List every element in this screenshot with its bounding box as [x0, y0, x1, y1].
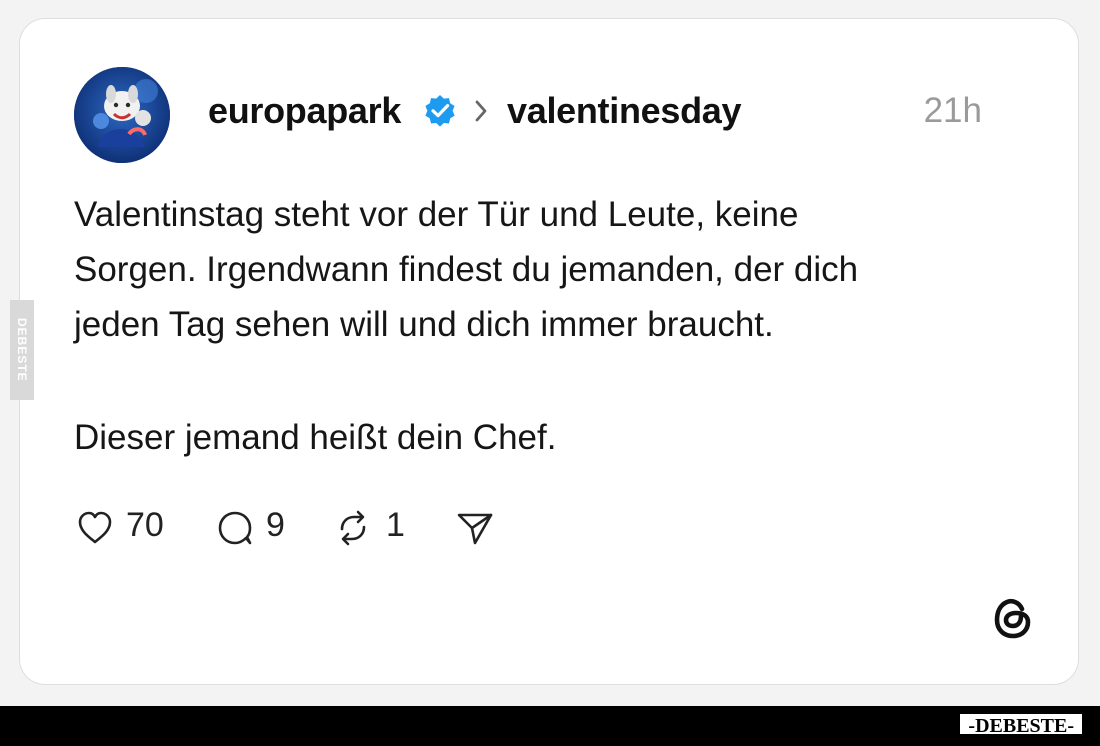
post-text-line-4: Dieser jemand heißt dein Chef. [74, 418, 557, 457]
topic-tag[interactable]: valentinesday [507, 89, 742, 133]
repost-icon [340, 510, 366, 546]
speech-bubble-icon [218, 511, 252, 545]
post-text-line-2: Sorgen. Irgendwann findest du jemanden, … [74, 250, 859, 289]
post-card: europapark valentinesday 21h Valentinsta… [19, 18, 1079, 685]
side-watermark: DEBESTE [10, 300, 34, 400]
heart-icon [78, 511, 112, 544]
verified-badge-icon [425, 95, 455, 127]
footer-bar: -DEBESTE- [0, 706, 1100, 746]
send-icon [457, 513, 493, 545]
threads-logo-icon [994, 598, 1031, 639]
like-count: 70 [126, 506, 164, 544]
avatar[interactable] [74, 67, 170, 163]
post-text-line-1: Valentinstag steht vor der Tür und Leute… [74, 195, 799, 234]
side-watermark-label: DEBESTE [15, 318, 29, 382]
post-text-line-3: jeden Tag sehen will und dich immer brau… [74, 305, 774, 344]
chevron-right-icon [475, 100, 487, 122]
share-button[interactable] [454, 505, 496, 549]
like-button[interactable]: 70 [74, 505, 184, 549]
repost-count: 1 [386, 506, 405, 544]
reply-count: 9 [266, 506, 285, 544]
post-timestamp: 21h [923, 91, 982, 130]
reply-button[interactable]: 9 [214, 505, 304, 549]
bottom-watermark: -DEBESTE- [958, 712, 1084, 737]
repost-button[interactable]: 1 [332, 505, 422, 549]
author-username[interactable]: europapark [208, 89, 401, 133]
